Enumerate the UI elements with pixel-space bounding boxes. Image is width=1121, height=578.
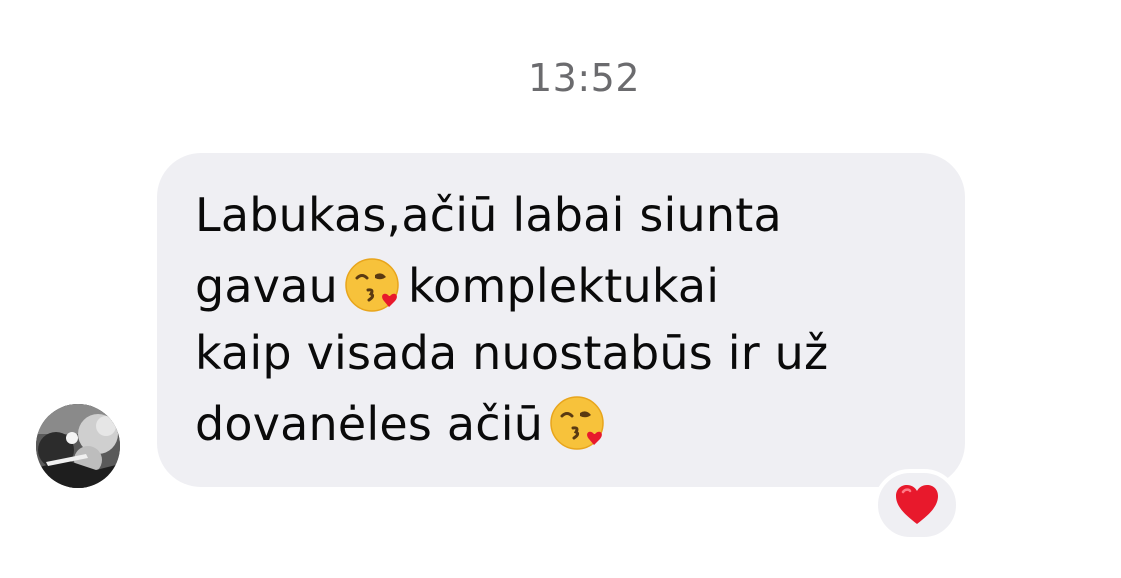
message-text: dovanėles ačiū xyxy=(195,397,544,451)
heart-reaction-badge[interactable] xyxy=(874,469,960,541)
message-line-1: Labukas,ačiū labai siunta xyxy=(195,188,782,242)
face-blowing-kiss-icon xyxy=(344,256,402,314)
red-heart-icon xyxy=(896,485,938,524)
message-text: gavau xyxy=(195,259,338,313)
message-bubble[interactable]: Labukas,ačiū labai siunta gavau komplektu… xyxy=(157,153,965,487)
chat-screen: 13:52 Labukas,ačiū labai siunta gavau kom… xyxy=(0,0,1121,578)
message-line-4: dovanėles ačiū xyxy=(195,394,613,452)
avatar-photo xyxy=(36,404,120,488)
face-blowing-kiss-icon xyxy=(549,394,607,452)
message-line-2: gavau komplektukai xyxy=(195,256,719,314)
message-text: komplektukai xyxy=(407,259,720,313)
message-timestamp: 13:52 xyxy=(527,56,640,100)
message-line-3: kaip visada nuostabūs ir už xyxy=(195,326,829,380)
sender-avatar[interactable] xyxy=(36,404,120,488)
